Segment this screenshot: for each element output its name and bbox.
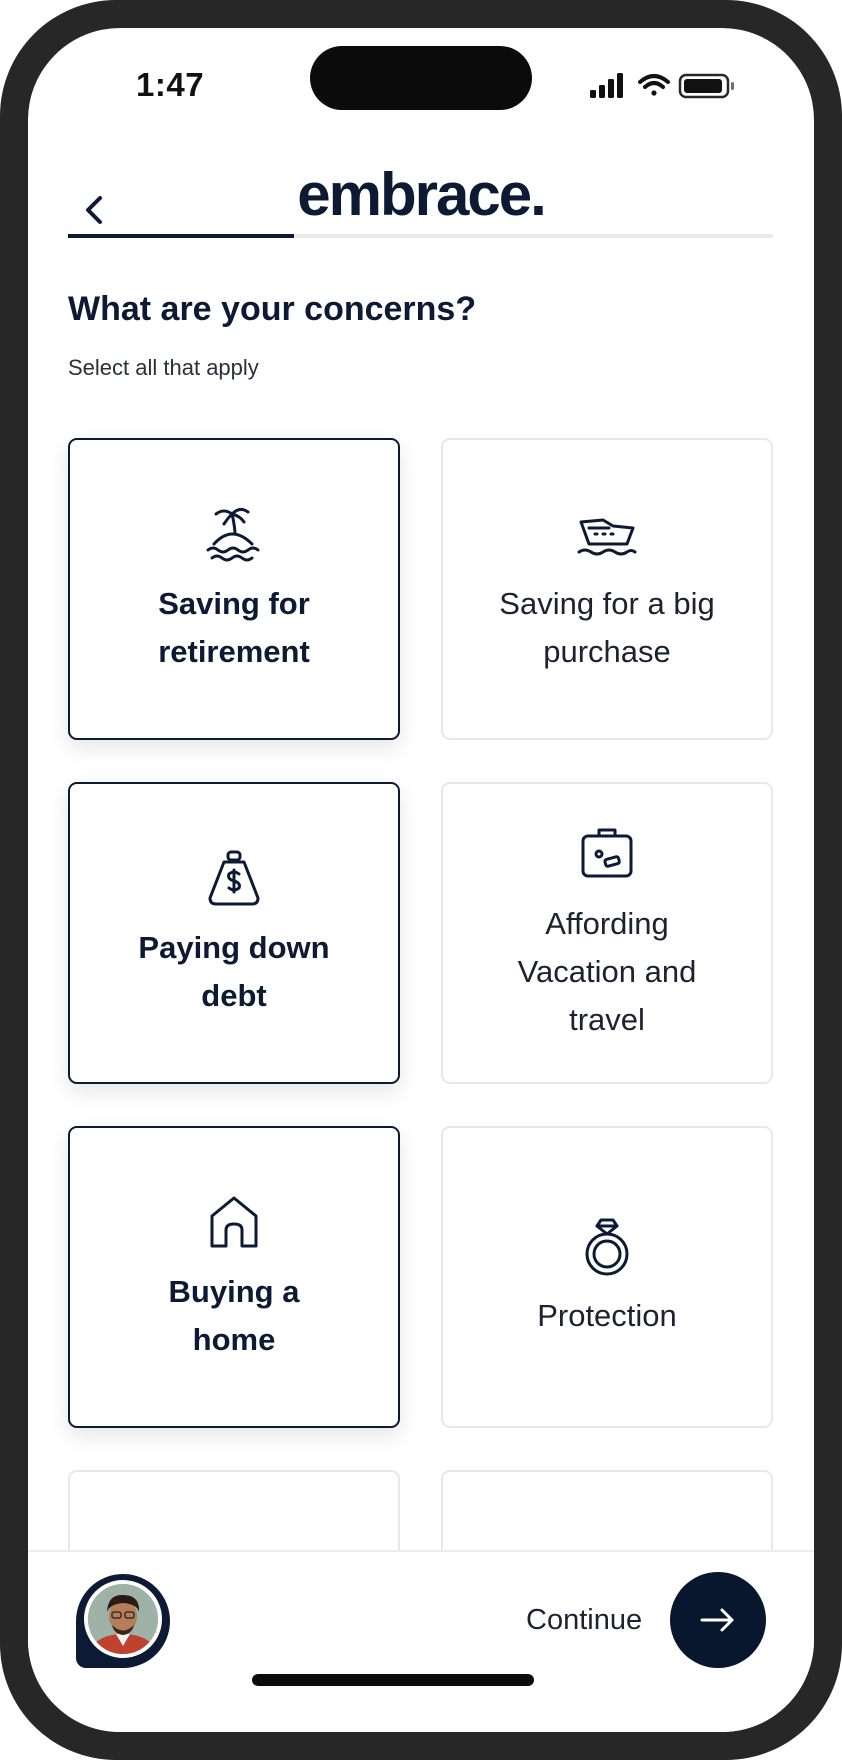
concern-card-protection[interactable]: Protection: [441, 1126, 773, 1428]
page-subtitle: Select all that apply: [68, 355, 259, 380]
phone-frame: 1:47 embrace. What are your concerns? Se…: [0, 0, 842, 1760]
signal-icon: [590, 73, 623, 98]
concern-label: Buying a home: [168, 1274, 300, 1357]
luggage-icon: [581, 828, 633, 878]
progress-bar: [68, 234, 773, 238]
concern-card-big-purchase[interactable]: Saving for a big purchase: [441, 438, 773, 740]
home-indicator[interactable]: [252, 1674, 534, 1686]
status-time: 1:47: [136, 66, 205, 103]
app-header: embrace.: [28, 148, 814, 248]
brand-logo: embrace.: [297, 161, 547, 228]
avatar: [84, 1580, 162, 1658]
advisor-avatar[interactable]: [76, 1574, 170, 1668]
wifi-icon: [638, 74, 670, 96]
ring-icon: [585, 1218, 629, 1276]
dynamic-island: [310, 46, 532, 110]
status-icons: [590, 73, 734, 99]
concern-label: Paying down debt: [138, 930, 330, 1013]
page-title: What are your concerns?: [68, 290, 477, 328]
progress-fill: [68, 234, 294, 238]
continue-button[interactable]: [670, 1572, 766, 1668]
arrow-right-icon: [700, 1608, 734, 1632]
concern-card-home[interactable]: Buying a home: [68, 1126, 400, 1428]
advisor-photo-icon: [88, 1584, 158, 1654]
house-icon: [210, 1196, 258, 1248]
concern-label: Affording Vacation and travel: [517, 906, 697, 1037]
concern-label: Saving for retirement: [158, 586, 310, 669]
island-icon: [206, 507, 260, 562]
yacht-icon: [577, 518, 637, 556]
footer-bar: Continue: [28, 1550, 814, 1732]
concern-card-vacation[interactable]: Affording Vacation and travel: [441, 782, 773, 1084]
concern-card-debt[interactable]: Paying down debt: [68, 782, 400, 1084]
continue-label[interactable]: Continue: [526, 1604, 642, 1637]
battery-icon: [678, 73, 734, 99]
concern-card-retirement[interactable]: Saving for retirement: [68, 438, 400, 740]
concern-label: Saving for a big purchase: [499, 586, 715, 669]
screen: 1:47 embrace. What are your concerns? Se…: [28, 28, 814, 1732]
concern-label: Protection: [537, 1298, 677, 1333]
money-bag-icon: [208, 850, 260, 906]
